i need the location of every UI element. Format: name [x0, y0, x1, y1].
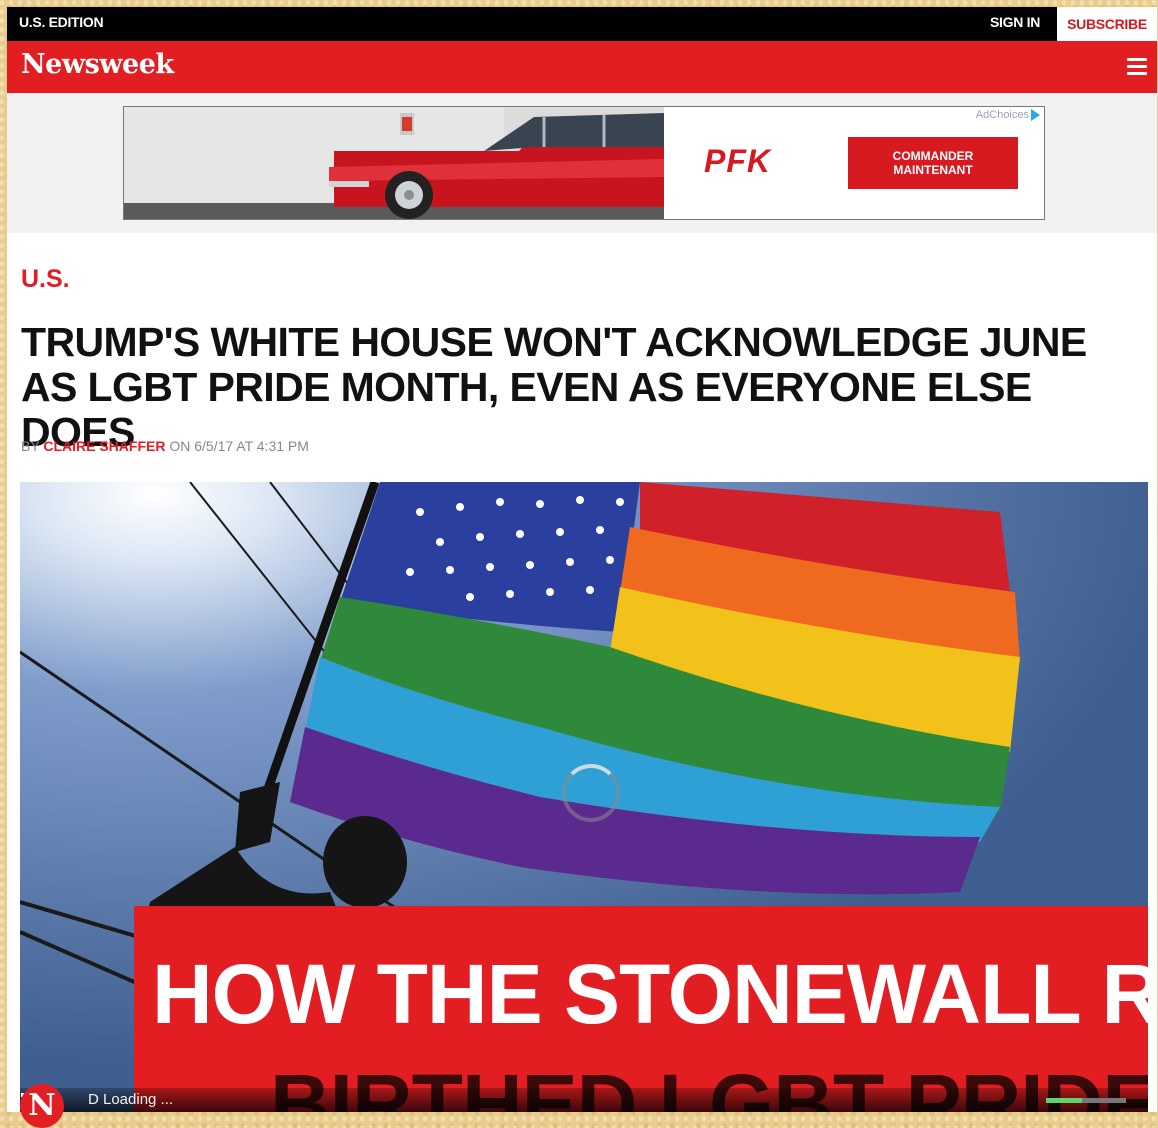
ad-strip: AdChoices PFK COMMANDER MAINTENANT [7, 93, 1157, 233]
ad-banner[interactable]: AdChoices PFK COMMANDER MAINTENANT [123, 106, 1045, 220]
byline: BY CLAIRE SHAFFER ON 6/5/17 AT 4:31 PM [21, 438, 309, 454]
ad-cta-button[interactable]: COMMANDER MAINTENANT [848, 137, 1018, 189]
subscribe-button[interactable]: SUBSCRIBE [1057, 7, 1157, 41]
adchoices-link[interactable]: AdChoices [976, 109, 1040, 122]
author-link[interactable]: CLAIRE SHAFFER [43, 438, 165, 454]
loading-spinner-icon [562, 764, 620, 822]
sign-in-link[interactable]: SIGN IN [990, 14, 1040, 30]
video-player[interactable]: HOW THE STONEWALL R BIRTHED LGBT PRIDE D… [20, 482, 1148, 1112]
banner-line-1: HOW THE STONEWALL R [152, 947, 1148, 1041]
byline-date: ON 6/5/17 AT 4:31 PM [169, 438, 309, 454]
newsweek-logo[interactable]: Newsweek [21, 49, 174, 80]
volume-slider[interactable] [1046, 1098, 1126, 1103]
top-bar: U.S. EDITION SIGN IN SUBSCRIBE [7, 7, 1157, 41]
video-controls: D Loading ... [20, 1088, 1148, 1112]
ad-brand-logo: PFK [704, 143, 771, 179]
hamburger-menu-icon[interactable] [1127, 58, 1147, 79]
nav-bar: Newsweek [7, 41, 1157, 93]
video-title-banner: HOW THE STONEWALL R BIRTHED LGBT PRIDE [134, 906, 1148, 1112]
ad-car-image [124, 107, 664, 219]
loading-status: D Loading ... [88, 1091, 174, 1108]
article-headline: TRUMP'S WHITE HOUSE WON'T ACKNOWLEDGE JU… [21, 319, 1087, 455]
newsweek-video-logo: N [20, 1084, 64, 1128]
byline-prefix: BY [21, 438, 40, 454]
section-label[interactable]: U.S. [21, 265, 70, 294]
adchoices-icon [1031, 109, 1040, 122]
volume-level [1046, 1098, 1082, 1103]
edition-selector[interactable]: U.S. EDITION [19, 14, 104, 30]
page: U.S. EDITION SIGN IN SUBSCRIBE Newsweek [7, 7, 1157, 1112]
